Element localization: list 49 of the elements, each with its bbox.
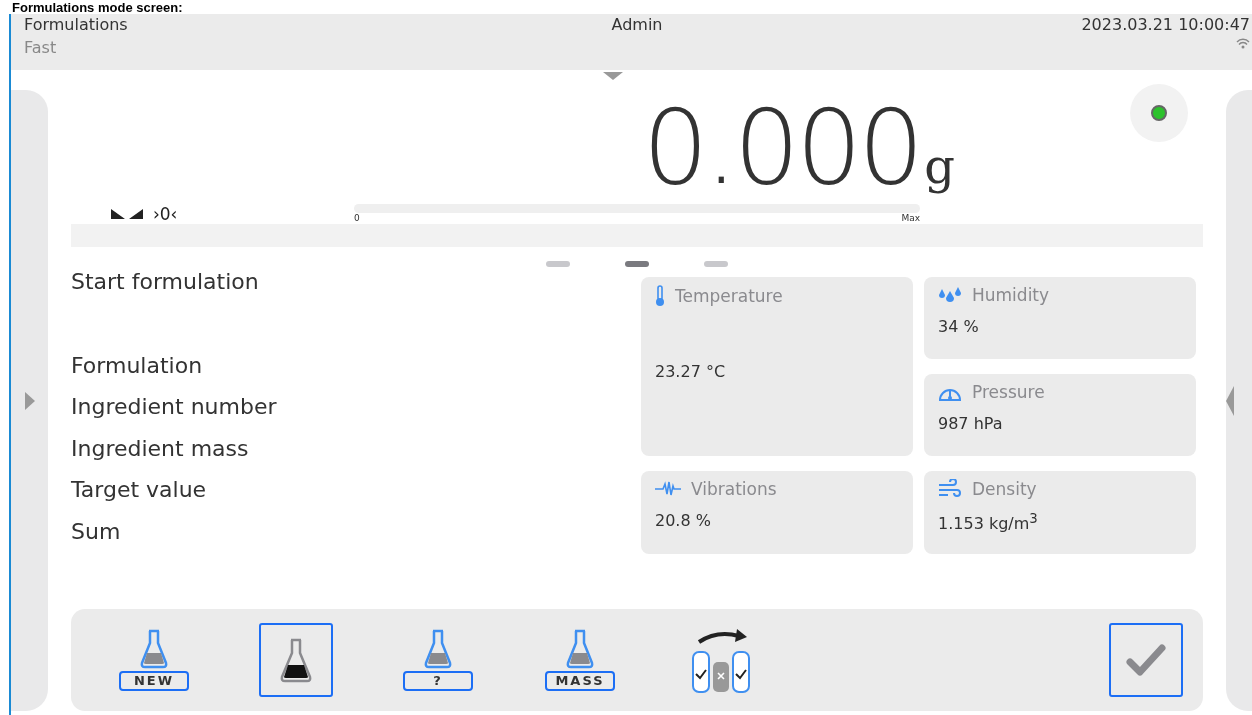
flask-icon xyxy=(566,629,594,669)
sensor-value: 987 hPa xyxy=(938,414,1004,433)
button-label: ? xyxy=(403,671,473,691)
weight-unit: g xyxy=(924,138,955,194)
page-indicator[interactable] xyxy=(625,261,649,267)
droplets-icon xyxy=(938,286,962,304)
mode-profile: Fast xyxy=(24,38,57,57)
mode-title: Formulations xyxy=(24,15,128,34)
confirm-button[interactable] xyxy=(1109,623,1183,697)
sensor-label: Density xyxy=(972,479,1037,499)
caption-text: Formulations mode screen: xyxy=(11,0,184,14)
caret-left-icon xyxy=(1226,385,1234,416)
sensor-value: 1.153 kg/m$^{3}$ xyxy=(938,511,1039,534)
info-label: Ingredient mass xyxy=(71,434,250,463)
thermometer-icon xyxy=(655,285,665,307)
info-label: Sum xyxy=(71,517,122,546)
bar-min-label: 0 xyxy=(354,213,360,223)
waveform-icon xyxy=(655,481,681,497)
sensor-value: 23.27 °C xyxy=(655,362,727,381)
weight-reading: 0.000 xyxy=(642,90,921,204)
info-label: Formulation xyxy=(71,351,204,380)
zero-indicator: ›0‹ xyxy=(153,204,178,224)
flask-button[interactable]: NEW xyxy=(117,623,191,697)
info-label: Start formulation xyxy=(71,268,260,296)
flask-button[interactable] xyxy=(259,623,333,697)
sensor-value: 20.8 % xyxy=(655,511,712,530)
sensor-label: Pressure xyxy=(972,382,1045,402)
caret-down-icon xyxy=(603,72,623,80)
level-triangles-icon xyxy=(111,209,145,219)
flask-icon xyxy=(140,629,168,669)
button-label: NEW xyxy=(119,671,189,691)
button-label: MASS xyxy=(545,671,615,691)
info-label: Target value xyxy=(71,476,208,504)
sensor-label: Vibrations xyxy=(691,479,777,499)
bar-max-label: Max xyxy=(901,213,920,223)
flask-icon xyxy=(279,637,313,683)
caret-right-icon xyxy=(24,391,35,410)
sensor-label: Humidity xyxy=(972,285,1050,305)
user-name: Admin xyxy=(611,15,663,34)
info-label: Ingredient number xyxy=(71,393,278,421)
wind-icon xyxy=(938,479,962,499)
sensor-label: Temperature xyxy=(675,286,783,306)
flask-icon xyxy=(424,629,452,669)
wifi-icon xyxy=(1236,38,1250,49)
flask-button[interactable]: MASS xyxy=(543,623,617,697)
date-time: 2023.03.21 10:00:47 xyxy=(1081,15,1250,34)
sensor-value: 34 % xyxy=(938,317,980,336)
checkmark-icon xyxy=(1126,644,1166,676)
flask-button[interactable]: ? xyxy=(401,623,475,697)
